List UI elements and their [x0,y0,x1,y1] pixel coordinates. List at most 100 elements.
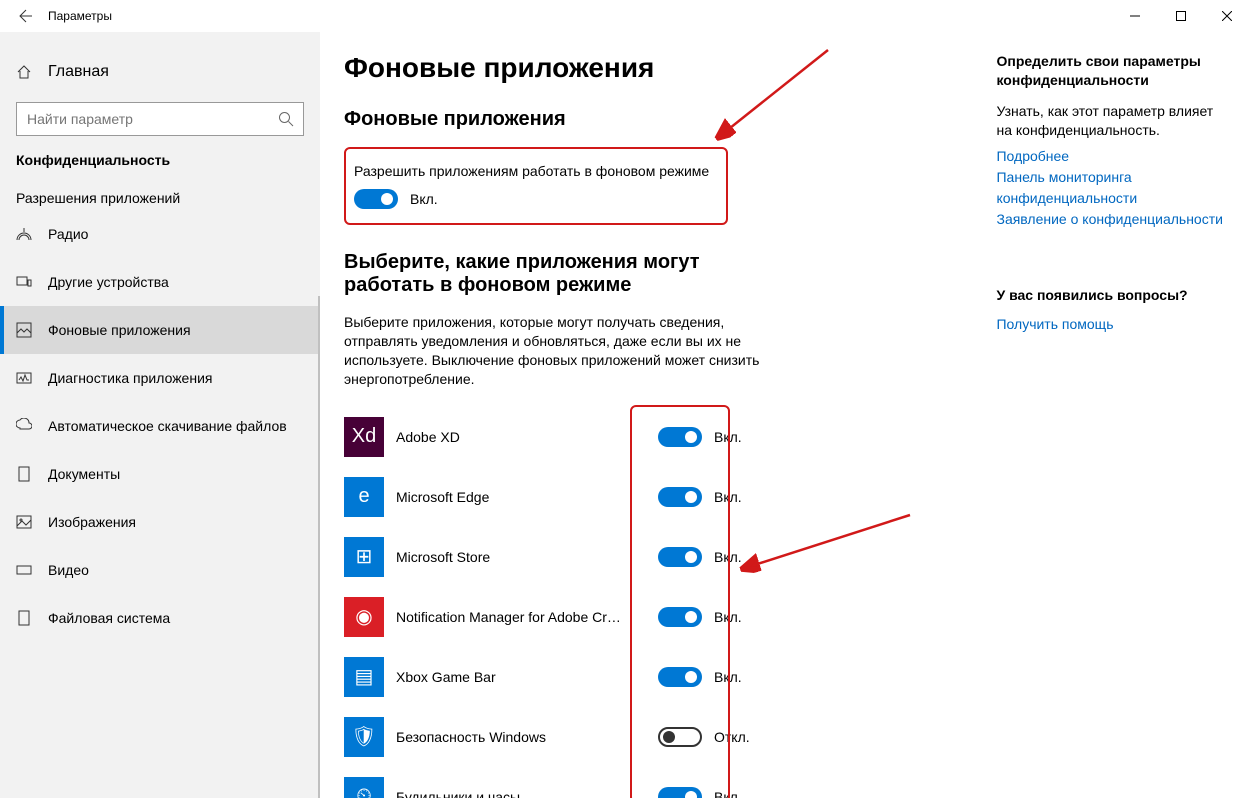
sidebar-item-document[interactable]: Документы [0,450,320,498]
download-icon [16,418,32,434]
app-icon: ▤ [344,657,384,697]
app-name: Notification Manager for Adobe Cre… [396,609,626,625]
side-questions-heading: У вас появились вопросы? [996,286,1226,305]
annotation-arrow-2 [735,510,915,580]
window-controls [1112,0,1250,32]
section-heading-1: Фоновые приложения [344,108,946,131]
app-name: Безопасность Windows [396,729,626,745]
minimize-icon [1130,11,1140,21]
radio-icon [16,226,32,242]
sidebar-home[interactable]: Главная [0,52,320,92]
sidebar-item-label: Радио [48,226,88,242]
main-panel: Фоновые приложения Фоновые приложения Ра… [344,52,946,778]
app-row: XdAdobe XDВкл. [344,407,946,467]
background-icon [16,322,32,338]
app-toggle[interactable] [658,487,702,507]
diagnostics-icon [16,370,32,386]
video-icon [16,562,32,578]
devices-icon [16,274,32,290]
file-icon [16,610,32,626]
app-toggle-state: Откл. [714,729,750,745]
sidebar-item-image[interactable]: Изображения [0,498,320,546]
app-row: ⏲ Будильники и часы Вкл. [344,767,946,798]
app-list: XdAdobe XDВкл. e Microsoft Edge Вкл. ⊞ Micros… [344,407,946,798]
sidebar-item-devices[interactable]: Другие устройства [0,258,320,306]
sidebar-item-label: Файловая система [48,610,170,626]
app-row: 🛡 Безопасность Windows Откл. [344,707,946,767]
app-toggle[interactable] [658,727,702,747]
app-toggle-state: Вкл. [714,669,742,685]
search-box[interactable] [16,102,304,136]
app-icon: 🛡 [344,717,384,757]
app-toggle[interactable] [658,547,702,567]
master-toggle-state: Вкл. [410,191,438,207]
app-toggle[interactable] [658,607,702,627]
sidebar-section: Конфиденциальность [0,152,320,168]
app-toggle-state: Вкл. [714,489,742,505]
sidebar-item-label: Диагностика приложения [48,370,212,386]
sidebar-subsection: Разрешения приложений [0,190,320,206]
side-heading: Определить свои параметры конфиденциальн… [996,52,1226,90]
window-title: Параметры [48,9,1112,23]
side-link-more[interactable]: Подробнее [996,146,1226,167]
master-toggle-group: Разрешить приложениям работать в фоновом… [344,147,728,225]
app-name: Xbox Game Bar [396,669,626,685]
app-toggle[interactable] [658,427,702,447]
app-row: ◉ Notification Manager for Adobe Cre… Вкл. [344,587,946,647]
document-icon [16,466,32,482]
sidebar-item-label: Другие устройства [48,274,169,290]
app-name: Microsoft Edge [396,489,626,505]
close-icon [1222,11,1232,21]
search-icon [278,111,294,127]
maximize-icon [1176,11,1186,21]
sidebar: Главная Конфиденциальность Разрешения пр… [0,32,320,798]
side-text: Узнать, как этот параметр влияет на конф… [996,102,1226,140]
app-toggle[interactable] [658,787,702,798]
arrow-left-icon [16,8,32,24]
app-toggle[interactable] [658,667,702,687]
content: Фоновые приложения Фоновые приложения Ра… [320,32,1250,798]
sidebar-item-background[interactable]: Фоновые приложения [0,306,320,354]
home-icon [16,64,32,80]
app-row: ▤ Xbox Game Bar Вкл. [344,647,946,707]
page-title: Фоновые приложения [344,52,946,84]
master-toggle-label: Разрешить приложениям работать в фоновом… [354,163,718,179]
minimize-button[interactable] [1112,0,1158,32]
app-icon: ◉ [344,597,384,637]
sidebar-item-label: Автоматическое скачивание файлов [48,418,287,434]
section-heading-2: Выберите, какие приложения могут работат… [344,251,784,297]
sidebar-item-diagnostics[interactable]: Диагностика приложения [0,354,320,402]
annotation-arrow-1 [710,46,840,146]
app-icon: ⊞ [344,537,384,577]
scrollbar[interactable] [318,296,320,798]
sidebar-item-label: Изображения [48,514,136,530]
section-description: Выберите приложения, которые могут получ… [344,313,764,389]
sidebar-item-video[interactable]: Видео [0,546,320,594]
app-toggle-state: Вкл. [714,609,742,625]
sidebar-item-label: Фоновые приложения [48,322,191,338]
master-toggle[interactable] [354,189,398,209]
close-button[interactable] [1204,0,1250,32]
sidebar-item-download[interactable]: Автоматическое скачивание файлов [0,402,320,450]
app-toggle-state: Вкл. [714,429,742,445]
app-icon: e [344,477,384,517]
sidebar-item-label: Видео [48,562,89,578]
sidebar-home-label: Главная [48,63,109,81]
app-icon: ⏲ [344,777,384,798]
search-input[interactable] [16,102,304,136]
sidebar-item-label: Документы [48,466,120,482]
side-link-statement[interactable]: Заявление о конфиденциальности [996,209,1226,230]
app-name: Microsoft Store [396,549,626,565]
app-toggle-state: Вкл. [714,789,742,798]
sidebar-item-radio[interactable]: Радио [0,210,320,258]
back-button[interactable] [0,8,48,24]
app-name: Будильники и часы [396,789,626,798]
titlebar: Параметры [0,0,1250,32]
maximize-button[interactable] [1158,0,1204,32]
side-link-dashboard[interactable]: Панель мониторинга конфиденциальности [996,167,1226,209]
sidebar-nav: Радио Другие устройства Фоновые приложения… [0,210,320,642]
image-icon [16,514,32,530]
side-link-help[interactable]: Получить помощь [996,314,1226,335]
app-icon: Xd [344,417,384,457]
sidebar-item-file[interactable]: Файловая система [0,594,320,642]
